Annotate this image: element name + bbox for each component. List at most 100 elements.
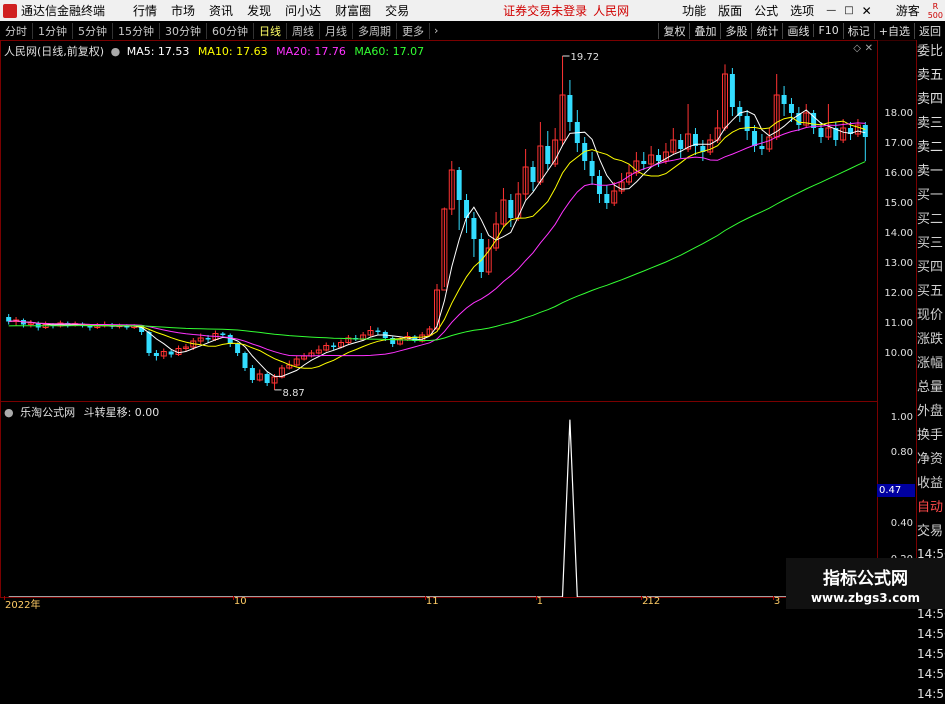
candle-body-down — [604, 194, 610, 203]
candle-body-down — [508, 200, 514, 218]
indicator-settings-icon[interactable]: ● — [4, 406, 14, 419]
candle-body-down — [205, 338, 211, 340]
candle-body-down — [530, 167, 536, 182]
period-daily[interactable]: 日线 — [254, 22, 287, 39]
close-icon[interactable]: ✕ — [862, 4, 872, 18]
watermark-title: 指标公式网 — [823, 569, 908, 589]
ma60-label: MA60: 17.07 — [354, 45, 425, 58]
period-toolbar: 分时 1分钟 5分钟 15分钟 30分钟 60分钟 日线 周线 月线 多周期 更… — [0, 21, 945, 41]
chevron-right-icon[interactable]: › — [430, 24, 442, 37]
quote-row-label: 委比 — [917, 44, 944, 59]
tool-huaxian[interactable]: 画线 — [782, 22, 813, 39]
candle-body-down — [641, 161, 647, 164]
candle-body-down — [729, 74, 735, 107]
guest-user[interactable]: 游客 — [896, 2, 920, 19]
current-stock-name: 人民网 — [593, 4, 630, 18]
period-1min[interactable]: 1分钟 — [33, 22, 73, 39]
menu-item-zixun[interactable]: 资讯 — [209, 2, 233, 19]
candle-body-down — [242, 353, 248, 368]
candle-body-down — [227, 335, 233, 344]
watermark: 指标公式网 www.zbgs3.com — [786, 558, 945, 609]
menu-item-banmian[interactable]: 版面 — [718, 2, 742, 19]
tool-tongji[interactable]: 统计 — [751, 22, 782, 39]
date-axis-tick — [641, 596, 643, 600]
period-30min[interactable]: 30分钟 — [160, 22, 207, 39]
period-monthly[interactable]: 月线 — [320, 22, 353, 39]
candlestick-chart[interactable]: 19.72 8.87 — [1, 41, 877, 401]
date-axis-label: 12 — [647, 596, 661, 607]
date-axis-label: 3 — [773, 596, 781, 607]
diamond-icon[interactable]: ◇ — [853, 43, 861, 54]
period-15min[interactable]: 15分钟 — [113, 22, 160, 39]
quote-row-label: 卖四 — [917, 92, 944, 107]
price-axis-tick: 18.00 — [884, 108, 913, 119]
minimize-icon[interactable]: — — [826, 5, 836, 16]
price-axis-tick: 12.00 — [884, 288, 913, 299]
date-axis-tick — [232, 596, 234, 600]
candle-body-down — [331, 345, 337, 347]
menu-item-gongshi[interactable]: 公式 — [754, 2, 778, 19]
maximize-icon[interactable]: □ — [844, 5, 853, 16]
candle-body-down — [567, 95, 573, 122]
menu-item-gongneng[interactable]: 功能 — [682, 2, 706, 19]
price-panel-title: 人民网(日线,前复权) — [4, 45, 105, 58]
quote-row-label: 买四 — [917, 260, 944, 275]
menu-item-caifuquan[interactable]: 财富圈 — [335, 2, 371, 19]
tool-fanhui[interactable]: 返回 — [914, 22, 945, 39]
login-notice[interactable]: 证券交易未登录 — [503, 2, 587, 19]
date-axis: 2022年 10 11 12 1 2 3 — [0, 596, 876, 611]
indicator-title: 乐淘公式网 — [20, 406, 76, 419]
indicator-legend: ● 乐淘公式网 斗转星移: 0.00 — [4, 404, 159, 420]
tool-f10[interactable]: F10 — [813, 24, 842, 37]
candle-body-down — [788, 104, 794, 113]
period-more[interactable]: 更多 — [397, 22, 430, 39]
auto-trade-label: 自动 — [917, 500, 944, 515]
quote-column: 委比 卖五 卖四 卖三 卖二 卖一 买一 买二 买三 买四 买五 现价 涨跌 涨幅 总量 外盘 换手 净资 收益 自动… — [916, 40, 945, 701]
tool-duogu[interactable]: 多股 — [720, 22, 751, 39]
period-weekly[interactable]: 周线 — [287, 22, 320, 39]
close-small-icon[interactable]: ✕ — [865, 43, 873, 54]
tool-biaoji[interactable]: 标记 — [842, 22, 874, 39]
price-axis-tick: 11.00 — [884, 318, 913, 329]
period-multi[interactable]: 多周期 — [353, 22, 397, 39]
indicator-axis-tick: 1.00 — [890, 411, 913, 423]
tool-zixuan[interactable]: +自选 — [873, 22, 914, 39]
current-indicator-value: 0.47 — [877, 484, 915, 497]
candle-body-down — [168, 351, 174, 355]
badge-top: R — [932, 1, 939, 11]
trade-time: 14:56 — [917, 667, 945, 681]
app-title: 通达信金融终端 — [21, 4, 106, 18]
quote-row-label: 收益 — [917, 476, 944, 491]
price-chart-panel[interactable]: 19.72 8.87 人民网(日线,前复权) ● MA5: 17.53 MA10:… — [0, 40, 878, 402]
period-60min[interactable]: 60分钟 — [207, 22, 254, 39]
badge-bottom: 500 — [927, 10, 943, 20]
price-axis-tick: 13.00 — [884, 258, 913, 269]
candle-body-down — [678, 140, 684, 149]
date-axis-tick — [424, 596, 426, 600]
menu-item-faxian[interactable]: 发现 — [247, 2, 271, 19]
ma10-line — [8, 116, 866, 369]
tool-diejia[interactable]: 叠加 — [689, 22, 720, 39]
date-axis-label: 11 — [425, 596, 439, 607]
price-axis: 18.00 17.00 16.00 15.00 14.00 13.00 12.00 11.00… — [877, 40, 915, 400]
period-fenshi[interactable]: 分时 — [0, 22, 33, 39]
menu-item-hangqing[interactable]: 行情 — [133, 2, 157, 19]
indicator-chart[interactable] — [1, 402, 877, 597]
candle-body-down — [752, 131, 758, 146]
ma10-label: MA10: 17.63 — [197, 45, 268, 58]
app-logo-icon — [3, 3, 17, 18]
indicator-formula-value: 斗转星移: 0.00 — [83, 406, 160, 419]
indicator-axis-tick: 0.80 — [890, 447, 913, 459]
tool-fuquan[interactable]: 复权 — [658, 22, 689, 39]
menu-item-jiaoyi[interactable]: 交易 — [385, 2, 409, 19]
watermark-url: www.zbgs3.com — [810, 591, 921, 605]
period-5min[interactable]: 5分钟 — [73, 22, 113, 39]
indicator-panel[interactable]: ● 乐淘公式网 斗转星移: 0.00 — [0, 401, 878, 598]
menu-item-shichang[interactable]: 市场 — [171, 2, 195, 19]
settings-circle-icon[interactable]: ● — [111, 45, 121, 58]
quote-row-label: 涨幅 — [917, 356, 944, 371]
quote-row-label: 现价 — [917, 308, 944, 323]
quote-row-label: 买二 — [917, 212, 944, 227]
menu-item-xuanxiang[interactable]: 选项 — [790, 2, 814, 19]
menu-item-wenxiaoda[interactable]: 问小达 — [285, 2, 321, 19]
